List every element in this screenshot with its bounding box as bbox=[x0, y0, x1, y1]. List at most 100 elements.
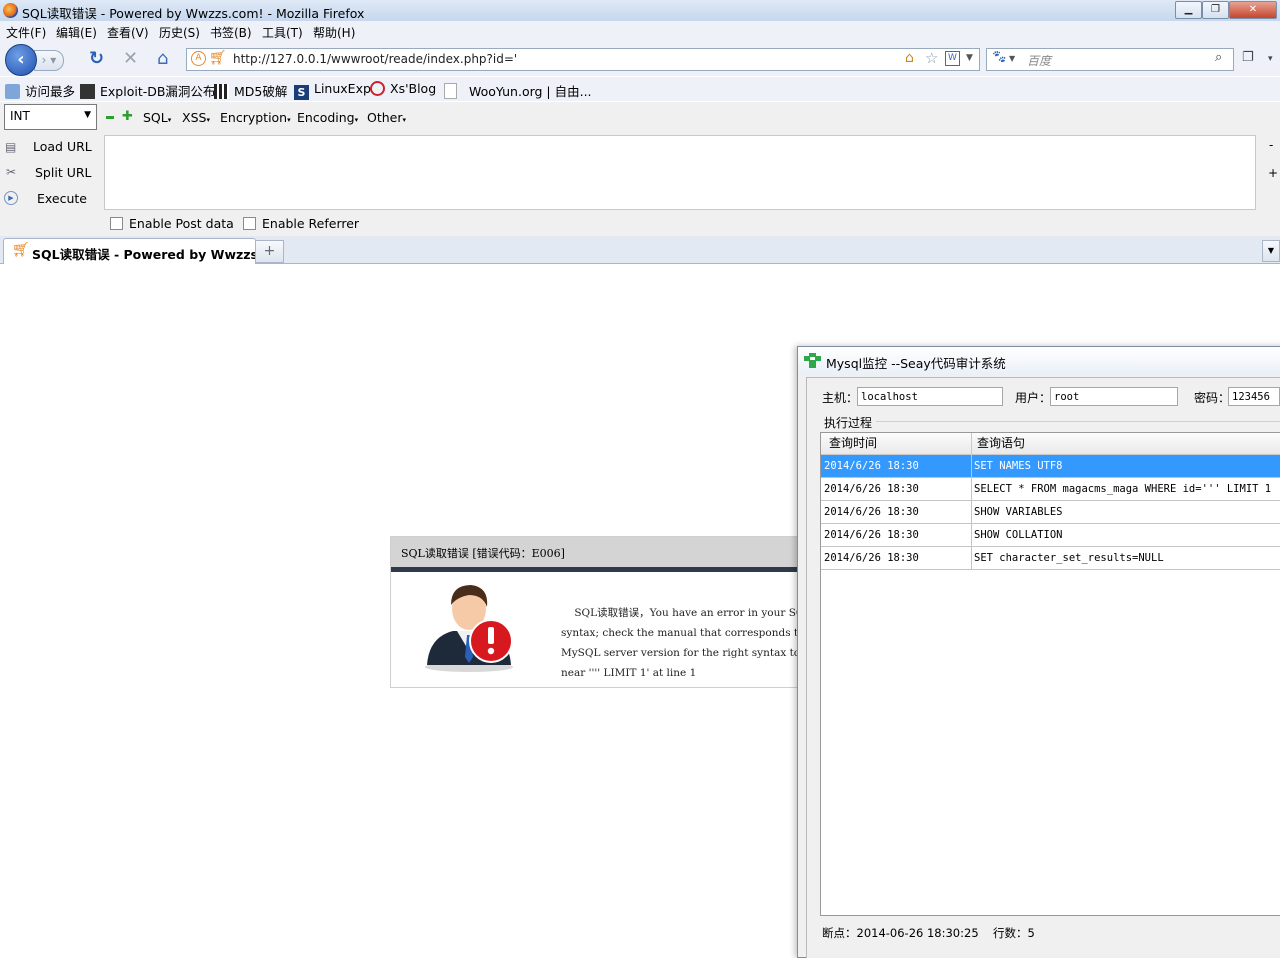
url-text[interactable]: http://127.0.0.1/wwwroot/reade/index.php… bbox=[233, 52, 517, 66]
type-select[interactable]: INT ▼ bbox=[4, 104, 97, 130]
checkbox-box[interactable] bbox=[243, 217, 256, 230]
page-menu-icon[interactable]: ❐ bbox=[1242, 50, 1254, 65]
type-select-value: INT bbox=[10, 109, 30, 123]
plus-icon[interactable]: ✚ bbox=[122, 109, 133, 124]
firefox-icon bbox=[3, 3, 18, 18]
menu-file[interactable]: 文件(F) bbox=[6, 24, 46, 41]
bookmark-xsblog[interactable]: Xs'Blog bbox=[370, 81, 436, 96]
exploit-db-icon bbox=[80, 84, 95, 99]
bookmarks-toolbar: 访问最多 Exploit-DB漏洞公布 MD5破解 S LinuxExp Xs'B… bbox=[0, 77, 1280, 101]
menu-encoding[interactable]: Encoding▾ bbox=[297, 110, 358, 125]
menu-other[interactable]: Other▾ bbox=[367, 110, 406, 125]
toolbar-overflow-icon[interactable]: ▾ bbox=[1268, 54, 1273, 64]
page-icon bbox=[444, 83, 457, 99]
error-header-text: SQL读取错误 [错误代码：E006] bbox=[401, 547, 565, 560]
shrink-button[interactable]: - bbox=[1269, 138, 1273, 152]
menu-help[interactable]: 帮助(H) bbox=[313, 24, 355, 41]
search-icon[interactable]: ⌕ bbox=[1215, 50, 1222, 65]
hackbar-url-textarea[interactable] bbox=[104, 135, 1256, 210]
password-input[interactable]: 123456 bbox=[1228, 387, 1280, 406]
tab-list-button[interactable]: ▼ bbox=[1262, 240, 1280, 262]
host-label: 主机： bbox=[822, 391, 859, 405]
maximize-button[interactable]: ❐ bbox=[1202, 1, 1229, 19]
user-error-icon bbox=[425, 585, 513, 672]
stop-icon[interactable]: ✕ bbox=[123, 49, 138, 69]
home-bookmark-icon[interactable]: ⌂ bbox=[905, 50, 914, 66]
md5-icon bbox=[214, 84, 229, 99]
menu-view[interactable]: 查看(V) bbox=[107, 24, 149, 41]
menu-history[interactable]: 历史(S) bbox=[159, 24, 200, 41]
bookmark-most-visited[interactable]: 访问最多 bbox=[5, 81, 75, 100]
load-url-icon: ▤ bbox=[5, 140, 17, 154]
user-label: 用户： bbox=[1015, 391, 1052, 405]
menu-bar: 文件(F) 编辑(E) 查看(V) 历史(S) 书签(B) 工具(T) 帮助(H… bbox=[0, 21, 1280, 42]
xsblog-icon bbox=[370, 81, 385, 96]
baidu-paw-icon[interactable]: 🐾︎ bbox=[991, 50, 1008, 65]
url-dropdown-icon[interactable]: ▼ bbox=[966, 53, 973, 63]
close-button[interactable]: ✕ bbox=[1229, 1, 1277, 19]
enable-referrer-checkbox[interactable]: Enable Referrer bbox=[243, 216, 359, 231]
search-engine-dropdown-icon[interactable]: ▼ bbox=[1009, 54, 1015, 63]
search-placeholder: 百度 bbox=[1027, 54, 1052, 68]
monitor-title: Mysql监控 --Seay代码审计系统 bbox=[826, 356, 1006, 371]
window-title: SQL读取错误 - Powered by Wwzzs.com! - Mozill… bbox=[22, 6, 365, 21]
password-label: 密码： bbox=[1194, 391, 1231, 405]
bookmark-linuxexp[interactable]: S LinuxExp bbox=[294, 81, 371, 100]
menu-bookmarks[interactable]: 书签(B) bbox=[210, 24, 252, 41]
menu-xss[interactable]: XSS▾ bbox=[182, 110, 210, 125]
chevron-down-icon: ▼ bbox=[84, 110, 91, 120]
menu-tools[interactable]: 工具(T) bbox=[262, 24, 303, 41]
home-icon[interactable]: ⌂ bbox=[157, 49, 168, 69]
star-icon[interactable]: ☆ bbox=[925, 49, 938, 67]
execute-icon: ▶ bbox=[4, 191, 18, 205]
minus-icon[interactable] bbox=[106, 116, 114, 119]
host-input[interactable]: localhost bbox=[857, 387, 1003, 406]
row-count-status: 行数：5 bbox=[993, 926, 1035, 940]
page-icon[interactable]: W bbox=[945, 51, 960, 66]
error-divider bbox=[391, 567, 811, 572]
most-visited-icon bbox=[5, 84, 20, 99]
column-header-time[interactable]: 查询时间 bbox=[821, 433, 972, 455]
back-button[interactable]: ‹ bbox=[5, 44, 37, 76]
tab-title: SQL读取错误 - Powered by Wwzzs.... bbox=[32, 247, 277, 262]
cart-favicon-icon: 🛒︎ bbox=[12, 242, 30, 258]
menu-edit[interactable]: 编辑(E) bbox=[56, 24, 97, 41]
enable-post-checkbox[interactable]: Enable Post data bbox=[110, 216, 234, 231]
load-url-button[interactable]: Load URL bbox=[33, 139, 92, 154]
table-row[interactable]: 2014/6/26 18:30 SHOW VARIABLES bbox=[821, 501, 1280, 524]
menu-encryption[interactable]: Encryption▾ bbox=[220, 110, 291, 125]
bookmark-md5[interactable]: MD5破解 bbox=[214, 81, 287, 100]
group-divider bbox=[876, 421, 1280, 422]
execution-group-label: 执行过程 bbox=[824, 416, 873, 430]
new-tab-button[interactable]: + bbox=[255, 240, 284, 263]
error-header: SQL读取错误 [错误代码：E006] bbox=[391, 537, 811, 567]
table-row[interactable]: 2014/6/26 18:30 SHOW COLLATION bbox=[821, 524, 1280, 547]
forward-button[interactable]: › ▾ bbox=[34, 50, 64, 71]
tab-sql-error[interactable]: 🛒︎ SQL读取错误 - Powered by Wwzzs.... bbox=[3, 238, 277, 264]
site-identity-icon[interactable]: A bbox=[191, 51, 206, 66]
execute-button[interactable]: Execute bbox=[37, 191, 87, 206]
url-bar[interactable]: A 🛒︎ http://127.0.0.1/wwwroot/reade/inde… bbox=[186, 48, 980, 71]
table-row[interactable]: 2014/6/26 18:30 SET character_set_results… bbox=[821, 547, 1280, 570]
table-row[interactable]: 2014/6/26 18:30 SET NAMES UTF8 bbox=[821, 455, 1280, 478]
monitor-app-icon bbox=[804, 353, 821, 368]
monitor-titlebar: Mysql监控 --Seay代码审计系统 bbox=[798, 347, 1280, 375]
bookmark-wooyun[interactable]: WooYun.org | 自由... bbox=[444, 81, 592, 100]
table-row[interactable]: 2014/6/26 18:30 SELECT * FROM magacms_mag… bbox=[821, 478, 1280, 501]
window-titlebar: SQL读取错误 - Powered by Wwzzs.com! - Mozill… bbox=[0, 0, 1280, 22]
search-bar[interactable]: 🐾︎ ▼ 百度 ⌕ bbox=[986, 48, 1234, 71]
query-log-table[interactable]: 查询时间 查询语句 2014/6/26 18:30 SET NAMES UTF8 … bbox=[820, 432, 1280, 916]
linuxexp-icon: S bbox=[294, 85, 309, 100]
breakpoint-status: 断点：2014-06-26 18:30:25 bbox=[822, 926, 979, 940]
minimize-button[interactable]: ▁ bbox=[1175, 1, 1202, 19]
split-url-button[interactable]: Split URL bbox=[35, 165, 92, 180]
checkbox-box[interactable] bbox=[110, 217, 123, 230]
grow-button[interactable]: + bbox=[1268, 166, 1278, 180]
error-message: SQL读取错误，You have an error in your SQL sy… bbox=[561, 607, 806, 679]
sql-error-box: SQL读取错误 [错误代码：E006] SQL读取错误，You have an … bbox=[390, 536, 812, 688]
reload-icon[interactable]: ↻ bbox=[89, 49, 104, 69]
column-header-sql[interactable]: 查询语句 bbox=[972, 433, 1280, 455]
bookmark-exploit-db[interactable]: Exploit-DB漏洞公布 bbox=[80, 81, 215, 100]
menu-sql[interactable]: SQL▾ bbox=[143, 110, 171, 125]
user-input[interactable]: root bbox=[1050, 387, 1178, 406]
